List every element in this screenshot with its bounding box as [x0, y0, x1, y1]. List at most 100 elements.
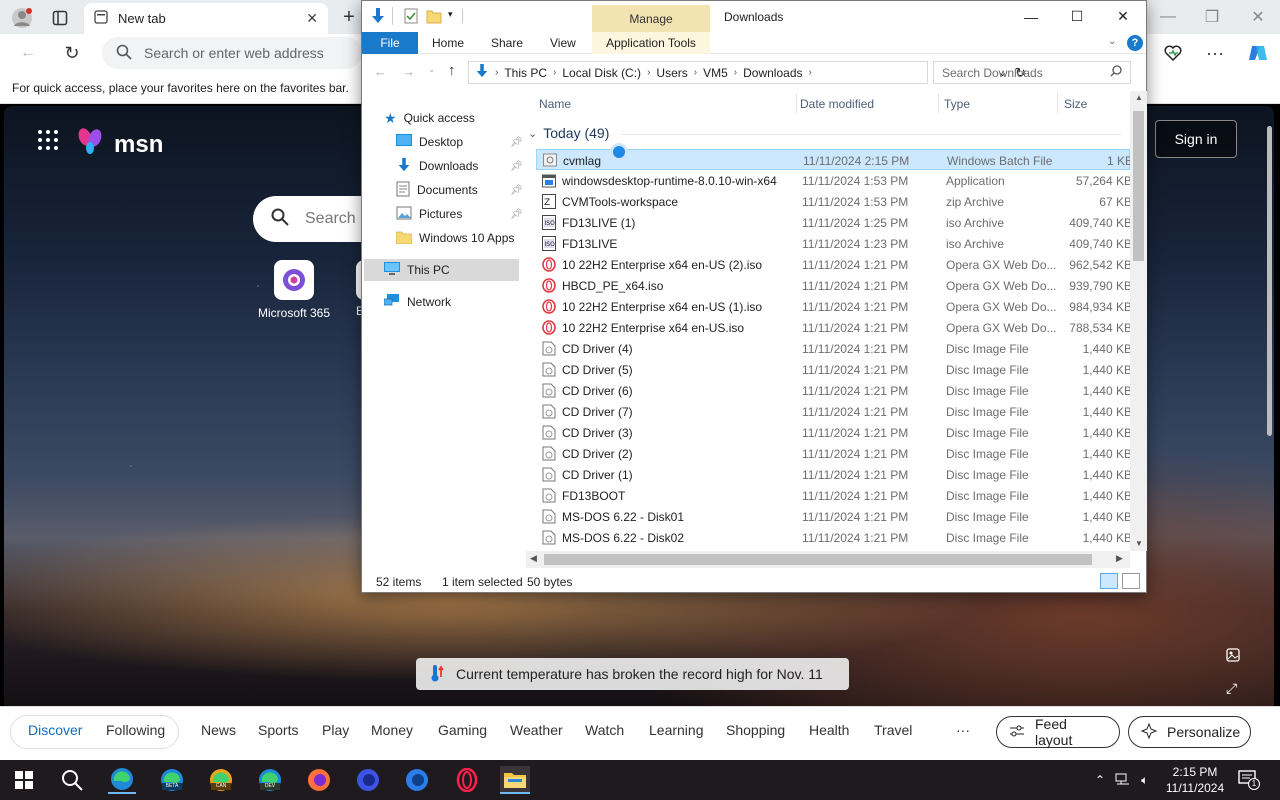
- page-scrollbar[interactable]: [1266, 106, 1274, 706]
- address-bar[interactable]: Search or enter web address: [102, 37, 362, 69]
- breadcrumb-chevron-icon[interactable]: ›: [553, 67, 556, 78]
- nav-desktop[interactable]: Desktop 📌︎: [396, 131, 546, 153]
- notification-center-icon[interactable]: 1: [1238, 770, 1260, 791]
- breadcrumb-chevron-icon[interactable]: ›: [809, 67, 812, 78]
- firefox-icon[interactable]: [305, 766, 333, 794]
- edge-beta-icon[interactable]: BETA: [158, 766, 186, 794]
- file-row[interactable]: 10 22H2 Enterprise x64 en-US (2).iso 11/1…: [536, 254, 1130, 275]
- close-tab-icon[interactable]: ✕: [306, 10, 318, 27]
- taskbar-clock[interactable]: 2:15 PM 11/11/2024: [1163, 764, 1227, 796]
- nav-this-pc[interactable]: This PC: [384, 259, 450, 281]
- taskbar-search-icon[interactable]: [58, 766, 86, 794]
- file-row[interactable]: CD Driver (6) 11/11/2024 1:21 PM Disc Imag…: [536, 380, 1130, 401]
- msn-logo[interactable]: msn: [76, 126, 163, 163]
- edge-dev-icon[interactable]: DEV: [256, 766, 284, 794]
- horizontal-scroll-thumb[interactable]: [544, 554, 1092, 565]
- personalize-button[interactable]: Personalize: [1128, 716, 1251, 748]
- vertical-scroll-thumb[interactable]: [1133, 111, 1144, 261]
- file-row[interactable]: CD Driver (2) 11/11/2024 1:21 PM Disc Imag…: [536, 443, 1130, 464]
- properties-icon[interactable]: [404, 8, 418, 27]
- back-arrow-icon[interactable]: ←: [18, 43, 38, 63]
- up-one-level-icon[interactable]: ↑: [448, 62, 456, 79]
- breadcrumb-chevron-icon[interactable]: ›: [495, 67, 498, 78]
- tab-application-tools[interactable]: Application Tools: [592, 32, 710, 54]
- file-row[interactable]: CD Driver (7) 11/11/2024 1:21 PM Disc Imag…: [536, 401, 1130, 422]
- file-row[interactable]: ISO FD13LIVE 11/11/2024 1:23 PM iso Archive…: [536, 233, 1130, 254]
- scroll-left-icon[interactable]: ◀: [530, 553, 537, 564]
- expand-icon[interactable]: ⤢: [1226, 680, 1237, 697]
- breadcrumb-chevron-icon[interactable]: ›: [647, 67, 650, 78]
- nav-discover[interactable]: Discover: [28, 722, 82, 738]
- breadcrumb-chevron-icon[interactable]: ›: [694, 67, 697, 78]
- scroll-down-icon[interactable]: ▼: [1135, 539, 1143, 548]
- minimize-icon[interactable]: —: [1008, 1, 1054, 32]
- file-row[interactable]: MS-DOS 6.22 - Disk01 11/11/2024 1:21 PM Di…: [536, 506, 1130, 527]
- forward-icon[interactable]: →: [402, 64, 415, 79]
- scroll-right-icon[interactable]: ▶: [1116, 553, 1123, 564]
- profile-avatar-icon[interactable]: [10, 7, 34, 29]
- breadcrumb-this-pc[interactable]: This PC: [504, 66, 547, 80]
- copilot-icon[interactable]: [1246, 42, 1270, 64]
- breadcrumb[interactable]: › This PC › Local Disk (C:) › Users › VM…: [468, 61, 1026, 84]
- file-list-horizontal-scrollbar[interactable]: ◀ ▶: [526, 551, 1130, 568]
- browser-essentials-icon[interactable]: [1162, 43, 1184, 63]
- opera-gx-icon[interactable]: [453, 766, 481, 794]
- column-type[interactable]: Type: [944, 97, 970, 111]
- breadcrumb-local-disk[interactable]: Local Disk (C:): [562, 66, 641, 80]
- nav-shopping[interactable]: Shopping: [726, 722, 785, 738]
- nav-gaming[interactable]: Gaming: [438, 722, 487, 738]
- tab-actions-icon[interactable]: [50, 8, 70, 28]
- edge-icon[interactable]: [108, 766, 136, 794]
- file-row[interactable]: CD Driver (5) 11/11/2024 1:21 PM Disc Imag…: [536, 359, 1130, 380]
- large-icons-view-icon[interactable]: [1122, 573, 1140, 589]
- breadcrumb-downloads[interactable]: Downloads: [743, 66, 802, 80]
- file-row[interactable]: HBCD_PE_x64.iso 11/11/2024 1:21 PM Opera G…: [536, 275, 1130, 296]
- manage-context-tab[interactable]: Manage: [592, 5, 710, 32]
- breadcrumb-chevron-icon[interactable]: ›: [734, 67, 737, 78]
- nav-travel[interactable]: Travel: [874, 722, 912, 738]
- nav-more[interactable]: ···: [956, 722, 970, 738]
- explorer-title-bar[interactable]: ▾ Manage Downloads — ☐ ✕: [362, 1, 1146, 32]
- file-row[interactable]: CD Driver (3) 11/11/2024 1:21 PM Disc Imag…: [536, 422, 1130, 443]
- column-name[interactable]: Name: [539, 97, 571, 111]
- nav-windows-10-apps[interactable]: Windows 10 Apps: [395, 227, 514, 249]
- nav-news[interactable]: News: [201, 722, 236, 738]
- collapse-chevron-icon[interactable]: ⌄: [528, 127, 537, 140]
- recent-locations-chevron-icon[interactable]: ⌄: [428, 64, 436, 75]
- sign-in-button[interactable]: Sign in: [1155, 120, 1237, 158]
- restore-browser-icon[interactable]: ❐: [1202, 8, 1222, 26]
- scroll-up-icon[interactable]: ▲: [1135, 93, 1143, 102]
- back-icon[interactable]: ←: [374, 64, 387, 79]
- file-row[interactable]: CD Driver (1) 11/11/2024 1:21 PM Disc Imag…: [536, 464, 1130, 485]
- tab-new-tab[interactable]: New tab ✕: [84, 3, 328, 34]
- nav-quick-access[interactable]: ★ Quick access: [384, 107, 475, 129]
- customize-toolbar-chevron-icon[interactable]: ▾: [448, 9, 453, 20]
- file-row[interactable]: FD13BOOT 11/11/2024 1:21 PM Disc Image Fil…: [536, 485, 1130, 506]
- nav-sports[interactable]: Sports: [258, 722, 298, 738]
- file-row[interactable]: MS-DOS 6.22 - Disk02 11/11/2024 1:21 PM Di…: [536, 527, 1130, 548]
- help-icon[interactable]: ?: [1127, 35, 1143, 51]
- nav-documents[interactable]: Documents 📌︎: [396, 179, 546, 201]
- app-launcher-icon[interactable]: [38, 130, 58, 150]
- chevron-up-icon[interactable]: ⌃: [1095, 773, 1105, 787]
- nav-weather[interactable]: Weather: [510, 722, 563, 738]
- details-view-icon[interactable]: [1100, 573, 1118, 589]
- tab-home[interactable]: Home: [432, 32, 464, 54]
- file-row[interactable]: 10 22H2 Enterprise x64 en-US.iso 11/11/20…: [536, 317, 1130, 338]
- file-list-vertical-scrollbar[interactable]: ▲ ▼: [1130, 91, 1147, 551]
- nav-money[interactable]: Money: [371, 722, 413, 738]
- maximize-icon[interactable]: ☐: [1054, 1, 1100, 32]
- firefox-nightly-icon[interactable]: [403, 766, 431, 794]
- file-row[interactable]: Z CVMTools-workspace 11/11/2024 1:53 PM zip…: [536, 191, 1130, 212]
- column-date-modified[interactable]: Date modified: [800, 97, 874, 111]
- nav-following[interactable]: Following: [106, 722, 165, 738]
- microsoft-365-tile[interactable]: Microsoft 365: [254, 260, 334, 320]
- nav-health[interactable]: Health: [809, 722, 849, 738]
- ribbon-expand-chevron-icon[interactable]: ⌄: [1108, 36, 1116, 47]
- group-header-today[interactable]: ⌄ Today (49): [528, 125, 609, 141]
- volume-icon[interactable]: 🔈︎: [1141, 773, 1148, 788]
- breadcrumb-vm5[interactable]: VM5: [703, 66, 728, 80]
- more-options-icon[interactable]: ···: [1204, 43, 1226, 63]
- file-row[interactable]: ISO FD13LIVE (1) 11/11/2024 1:25 PM iso Arc…: [536, 212, 1130, 233]
- minimize-browser-icon[interactable]: —: [1158, 8, 1178, 26]
